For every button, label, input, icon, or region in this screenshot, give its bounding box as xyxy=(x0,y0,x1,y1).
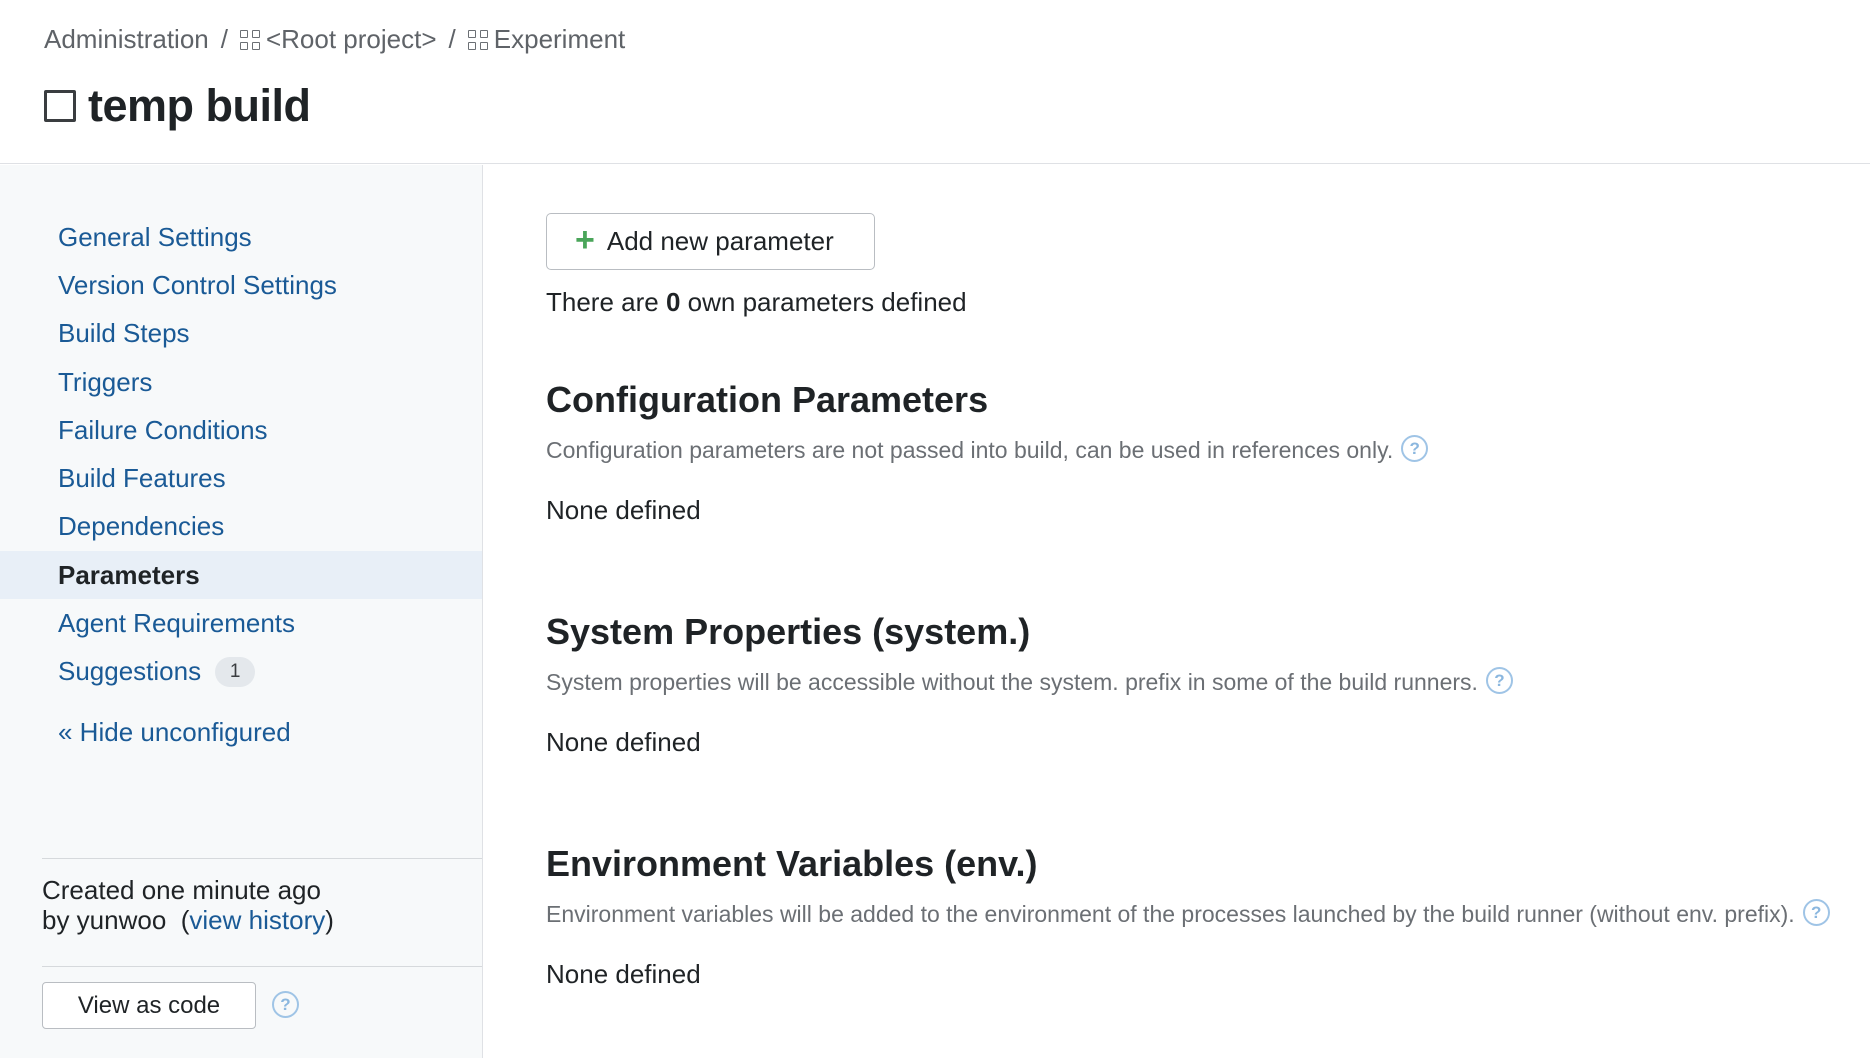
created-by-prefix: by yunwoo ( xyxy=(42,905,190,935)
system-properties-section: System Properties (system.) System prope… xyxy=(546,611,1846,758)
sidebar-item-parameters[interactable]: Parameters xyxy=(0,551,482,600)
sidebar-item-label: Parameters xyxy=(58,559,200,590)
breadcrumb-root-project[interactable]: <Root project> xyxy=(239,24,437,55)
hide-unconfigured-link[interactable]: « Hide unconfigured xyxy=(58,717,291,748)
section-description: Environment variables will be added to t… xyxy=(546,895,1846,933)
sidebar-item-label: Build Features xyxy=(58,463,226,494)
sidebar-divider xyxy=(42,966,482,967)
add-new-parameter-label: Add new parameter xyxy=(606,226,834,256)
own-count-suffix: own parameters defined xyxy=(680,287,967,317)
view-history-link[interactable]: view history xyxy=(189,905,325,935)
created-by: by yunwoo (view history) xyxy=(42,905,334,935)
own-parameters-count: There are 0 own parameters defined xyxy=(546,287,967,318)
breadcrumb-separator: / xyxy=(220,24,228,54)
section-title: System Properties (system.) xyxy=(546,611,1031,652)
section-empty-state: None defined xyxy=(546,959,701,989)
configuration-parameters-section: Configuration Parameters Configuration p… xyxy=(546,379,1846,526)
build-configuration-icon xyxy=(44,90,76,122)
breadcrumb-administration[interactable]: Administration xyxy=(44,24,209,55)
breadcrumb-experiment[interactable]: Experiment xyxy=(467,24,626,55)
sidebar-item-label: Failure Conditions xyxy=(58,414,268,445)
sidebar-item-agent-requirements[interactable]: Agent Requirements xyxy=(0,599,482,647)
section-description: Configuration parameters are not passed … xyxy=(546,431,1846,469)
section-description-text: Configuration parameters are not passed … xyxy=(546,437,1394,463)
sidebar-item-version-control-settings[interactable]: Version Control Settings xyxy=(0,261,482,309)
sidebar-item-label: Dependencies xyxy=(58,511,225,542)
help-icon[interactable]: ? xyxy=(1802,899,1830,927)
section-empty-state: None defined xyxy=(546,495,701,525)
help-icon[interactable]: ? xyxy=(272,991,299,1018)
breadcrumb-label: <Root project> xyxy=(265,24,437,54)
add-new-parameter-button[interactable]: + Add new parameter xyxy=(546,213,875,270)
page-title: temp build xyxy=(88,80,311,131)
sidebar-item-label: Build Steps xyxy=(58,318,190,349)
created-info: Created one minute ago by yunwoo (view h… xyxy=(42,875,334,935)
view-as-code-button[interactable]: View as code xyxy=(42,982,256,1029)
sidebar-item-build-steps[interactable]: Build Steps xyxy=(0,310,482,358)
settings-sidebar: General Settings Version Control Setting… xyxy=(0,165,483,1058)
section-empty-state: None defined xyxy=(546,727,701,757)
breadcrumb-separator: / xyxy=(448,24,456,54)
breadcrumb-label: Administration xyxy=(44,24,209,54)
created-time: Created one minute ago xyxy=(42,875,321,905)
project-grid-icon xyxy=(467,29,488,50)
own-count-value: 0 xyxy=(665,287,681,317)
settings-nav: General Settings Version Control Setting… xyxy=(0,213,482,696)
section-title: Environment Variables (env.) xyxy=(546,843,1038,884)
breadcrumb-label: Experiment xyxy=(493,24,626,54)
sidebar-item-label: Triggers xyxy=(58,366,153,397)
created-by-suffix: ) xyxy=(325,905,334,935)
sidebar-item-general-settings[interactable]: General Settings xyxy=(0,213,482,261)
sidebar-item-label: Suggestions xyxy=(58,656,202,687)
sidebar-divider xyxy=(42,858,482,859)
sidebar-item-label: Version Control Settings xyxy=(58,269,337,300)
help-icon[interactable]: ? xyxy=(1485,667,1513,695)
sidebar-item-triggers[interactable]: Triggers xyxy=(0,358,482,406)
sidebar-item-label: Agent Requirements xyxy=(58,608,296,639)
section-title: Configuration Parameters xyxy=(546,379,989,420)
page-header: Administration / <Root project> / Experi… xyxy=(0,0,1870,164)
environment-variables-section: Environment Variables (env.) Environment… xyxy=(546,843,1846,990)
sidebar-item-suggestions[interactable]: Suggestions 1 xyxy=(0,648,482,696)
title-row: temp build xyxy=(44,80,311,132)
suggestions-count-badge: 1 xyxy=(215,656,256,687)
project-grid-icon xyxy=(239,29,260,50)
plus-icon: + xyxy=(575,221,595,259)
section-description: System properties will be accessible wit… xyxy=(546,663,1846,701)
sidebar-item-build-features[interactable]: Build Features xyxy=(0,454,482,502)
help-icon[interactable]: ? xyxy=(1401,435,1429,463)
breadcrumb: Administration / <Root project> / Experi… xyxy=(44,24,625,55)
section-description-text: System properties will be accessible wit… xyxy=(546,669,1478,695)
section-description-text: Environment variables will be added to t… xyxy=(546,901,1795,927)
sidebar-item-label: General Settings xyxy=(58,221,252,252)
sidebar-item-failure-conditions[interactable]: Failure Conditions xyxy=(0,406,482,454)
sidebar-item-dependencies[interactable]: Dependencies xyxy=(0,503,482,551)
own-count-prefix: There are xyxy=(546,287,666,317)
